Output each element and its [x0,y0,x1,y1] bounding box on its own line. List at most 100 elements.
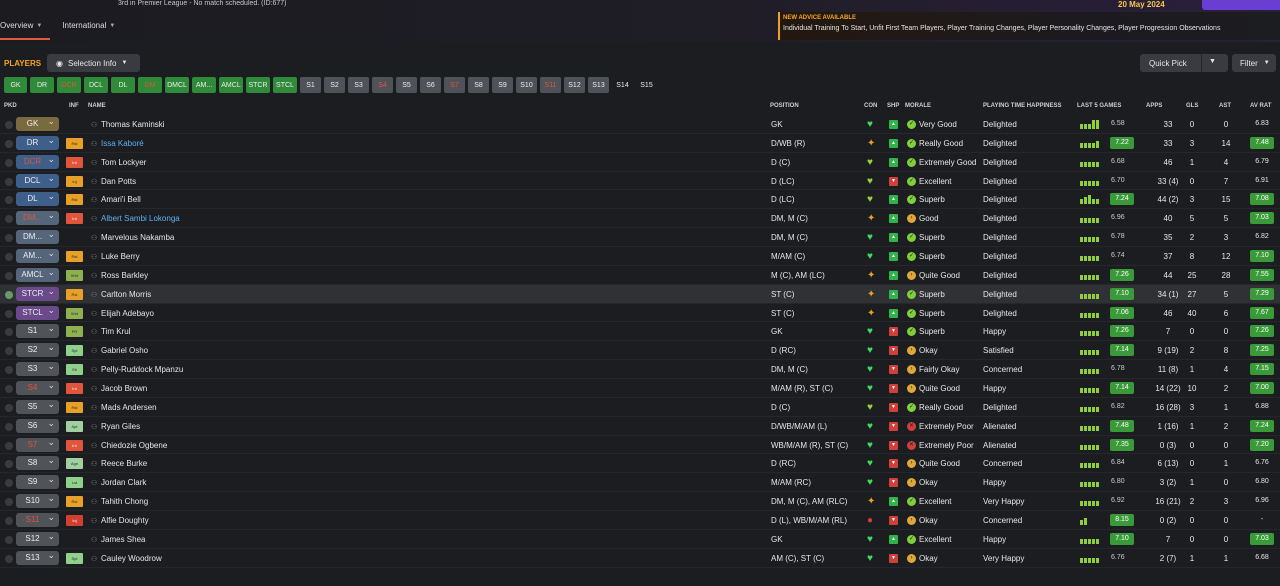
player-name[interactable]: Luke Berry [101,252,140,261]
selection-dropdown[interactable]: AMCL [16,265,59,282]
picked-indicator[interactable] [5,177,13,186]
selection-dropdown[interactable]: S11 [16,510,59,528]
picked-indicator[interactable] [5,328,13,337]
player-name[interactable]: Albert Sambi Lokonga [101,214,180,223]
col-av-rat[interactable]: AV RAT [1250,103,1271,109]
selection-dropdown[interactable]: STCR [16,284,59,301]
player-name[interactable]: Reece Burke [101,459,147,468]
table-row[interactable]: S2 Spt ⚇Gabriel Osho D (RC) ♥ ▼ ›Okay Satisfied… [0,340,1280,361]
player-name[interactable]: Elijah Adebayo [101,309,154,318]
table-row[interactable]: STCL Wnt ⚇Elijah Adebayo ST (C) ✦ ▲ ✓Superb Del… [0,303,1280,323]
table-row[interactable]: DL Rst ⚇Amari'i Bell D (LC) ♥ ▲ ✓Superb Delight… [0,189,1280,210]
selection-dropdown[interactable]: S8 [16,453,59,471]
table-row[interactable]: S12⚇James SheaGK♥▲✓ExcellentHappy7.10700… [0,529,1280,549]
table-row[interactable]: S7 Int ⚇Chiedozie Ogbene WB/M/AM (R), ST (C… [0,435,1280,455]
table-row[interactable]: STCR Rst ⚇Carlton Morris ST (C) ✦ ▲ ✓Superb Del… [0,284,1280,304]
player-name[interactable]: Tahith Chong [101,497,148,506]
picked-indicator[interactable] [5,121,13,129]
filter-button[interactable]: Filter ▼ [1232,54,1276,72]
table-row[interactable]: S5 Rst ⚇Mads Andersen D (C) ♥ ▼ ✓Really Good De… [0,397,1280,417]
position-button[interactable]: AMCL [219,77,243,93]
picked-indicator[interactable] [5,366,13,375]
picked-indicator[interactable] [5,498,13,507]
position-button[interactable]: S11 [540,77,561,93]
selection-dropdown[interactable]: S12 [16,529,59,546]
table-row[interactable]: S8 Agn ⚇Reece Burke D (RC) ♥ ▼ ›Quite Good Conc… [0,453,1280,474]
position-button[interactable]: S12 [564,77,585,93]
selection-dropdown[interactable]: DM... [16,208,59,226]
table-row[interactable]: S6 Apt ⚇Ryan Giles D/WB/M/AM (L) ♥ ▼ ✕Extremel… [0,416,1280,436]
tab-overview[interactable]: Overview ▼ [0,16,51,40]
selection-dropdown[interactable]: S3 [16,359,59,377]
selection-dropdown[interactable]: S9 [16,472,59,490]
player-name[interactable]: Carlton Morris [101,290,151,299]
selection-dropdown[interactable]: S5 [16,397,59,414]
col-position[interactable]: POSITION [770,103,799,109]
picked-indicator[interactable] [5,196,13,205]
table-row[interactable]: AMCL Wnt ⚇Ross Barkley M (C), AM (LC) ✦ ▲ ›Qui… [0,265,1280,285]
picked-indicator[interactable] [5,441,13,450]
picked-indicator[interactable] [5,403,13,412]
selection-dropdown[interactable]: DR [16,133,59,150]
position-button[interactable]: GK [4,77,27,93]
col-ast[interactable]: AST [1219,103,1231,109]
picked-indicator[interactable] [5,554,13,563]
picked-indicator[interactable] [5,309,13,318]
selection-dropdown[interactable]: S7 [16,435,59,452]
position-button[interactable]: S9 [492,77,513,93]
table-row[interactable]: S3 Sh ⚇Pelly-Ruddock Mpanzu DM, M (C) ♥ ▼ ›Fai… [0,359,1280,380]
position-button[interactable]: STCR [246,77,270,93]
col-con[interactable]: CON [864,103,877,109]
position-button[interactable]: S8 [468,77,489,93]
position-button[interactable]: S2 [324,77,345,93]
table-row[interactable]: DCL Inj ⚇Dan Potts D (LC) ♥ ▼ ✓Excellent Deligh… [0,171,1280,191]
table-row[interactable]: S10 Rst ⚇Tahith Chong DM, M (C), AM (RLC) ✦ ▲… [0,491,1280,512]
selection-dropdown[interactable]: S10 [16,491,59,509]
picked-indicator[interactable] [5,385,13,394]
table-row[interactable]: S1PR⚇Tim KrulGK♥▼✓SuperbHappy7.267007.26 [0,321,1280,342]
picked-indicator[interactable] [5,271,13,280]
picked-indicator[interactable] [5,234,13,243]
table-row[interactable]: GK ⚇Thomas Kaminski GK ♥ ▲ ✓Very Good Delighte… [0,114,1280,134]
col-morale[interactable]: MORALE [905,103,931,109]
table-row[interactable]: DM... Int ⚇Albert Sambi Lokonga DM, M (C) ✦ ▲… [0,208,1280,229]
selection-dropdown[interactable]: S13 [16,548,59,565]
position-button[interactable]: S14 [612,77,633,93]
picked-indicator[interactable] [5,535,13,544]
picked-indicator[interactable] [5,460,13,469]
player-name[interactable]: Thomas Kaminski [101,120,165,129]
position-button[interactable]: STCL [273,77,297,93]
selection-dropdown[interactable]: S6 [16,416,59,433]
selection-dropdown[interactable]: STCL [16,303,59,320]
col-apps[interactable]: APPS [1146,103,1162,109]
table-row[interactable]: AM... Rst ⚇Luke Berry M/AM (C) ♥ ▲ ✓Superb Deli… [0,246,1280,266]
player-name[interactable]: Jordan Clark [101,478,146,487]
selection-dropdown[interactable]: S4 [16,378,59,396]
player-name[interactable]: Alfie Doughty [101,516,149,525]
tab-international[interactable]: International ▼ [62,16,123,40]
picked-indicator[interactable] [5,479,13,488]
position-button[interactable]: DL [111,77,135,93]
position-button[interactable]: S6 [420,77,441,93]
chevron-down-icon[interactable]: ▼ [1209,58,1216,65]
picked-indicator[interactable] [5,517,13,526]
player-name[interactable]: Tom Lockyer [101,158,146,167]
col-playing-time[interactable]: PLAYING TIME HAPPINESS [983,103,1061,109]
selection-dropdown[interactable]: S2 [16,340,59,358]
player-name[interactable]: Issa Kaboré [101,139,144,148]
selection-dropdown[interactable]: DCL [16,171,59,188]
table-row[interactable]: S4 Int ⚇Jacob Brown M/AM (R), ST (C) ♥ ▼ ›Quit… [0,378,1280,398]
position-button[interactable]: S1 [300,77,321,93]
continue-button[interactable] [1202,0,1280,10]
position-button[interactable]: S7 [444,77,465,93]
player-name[interactable]: Tim Krul [101,327,130,336]
player-name[interactable]: James Shea [101,535,145,544]
player-name[interactable]: Ryan Giles [101,422,140,431]
col-inf[interactable]: INF [69,103,79,109]
picked-indicator[interactable] [5,158,13,167]
table-row[interactable]: DM... ⚇Marvelous Nakamba DM, M (C) ♥ ▲ ✓Super… [0,227,1280,248]
selection-dropdown[interactable]: DL [16,189,59,207]
col-gls[interactable]: GLS [1186,103,1198,109]
col-name[interactable]: NAME [88,103,106,109]
selection-info-button[interactable]: ◉ Selection Info ▼ [47,54,140,72]
